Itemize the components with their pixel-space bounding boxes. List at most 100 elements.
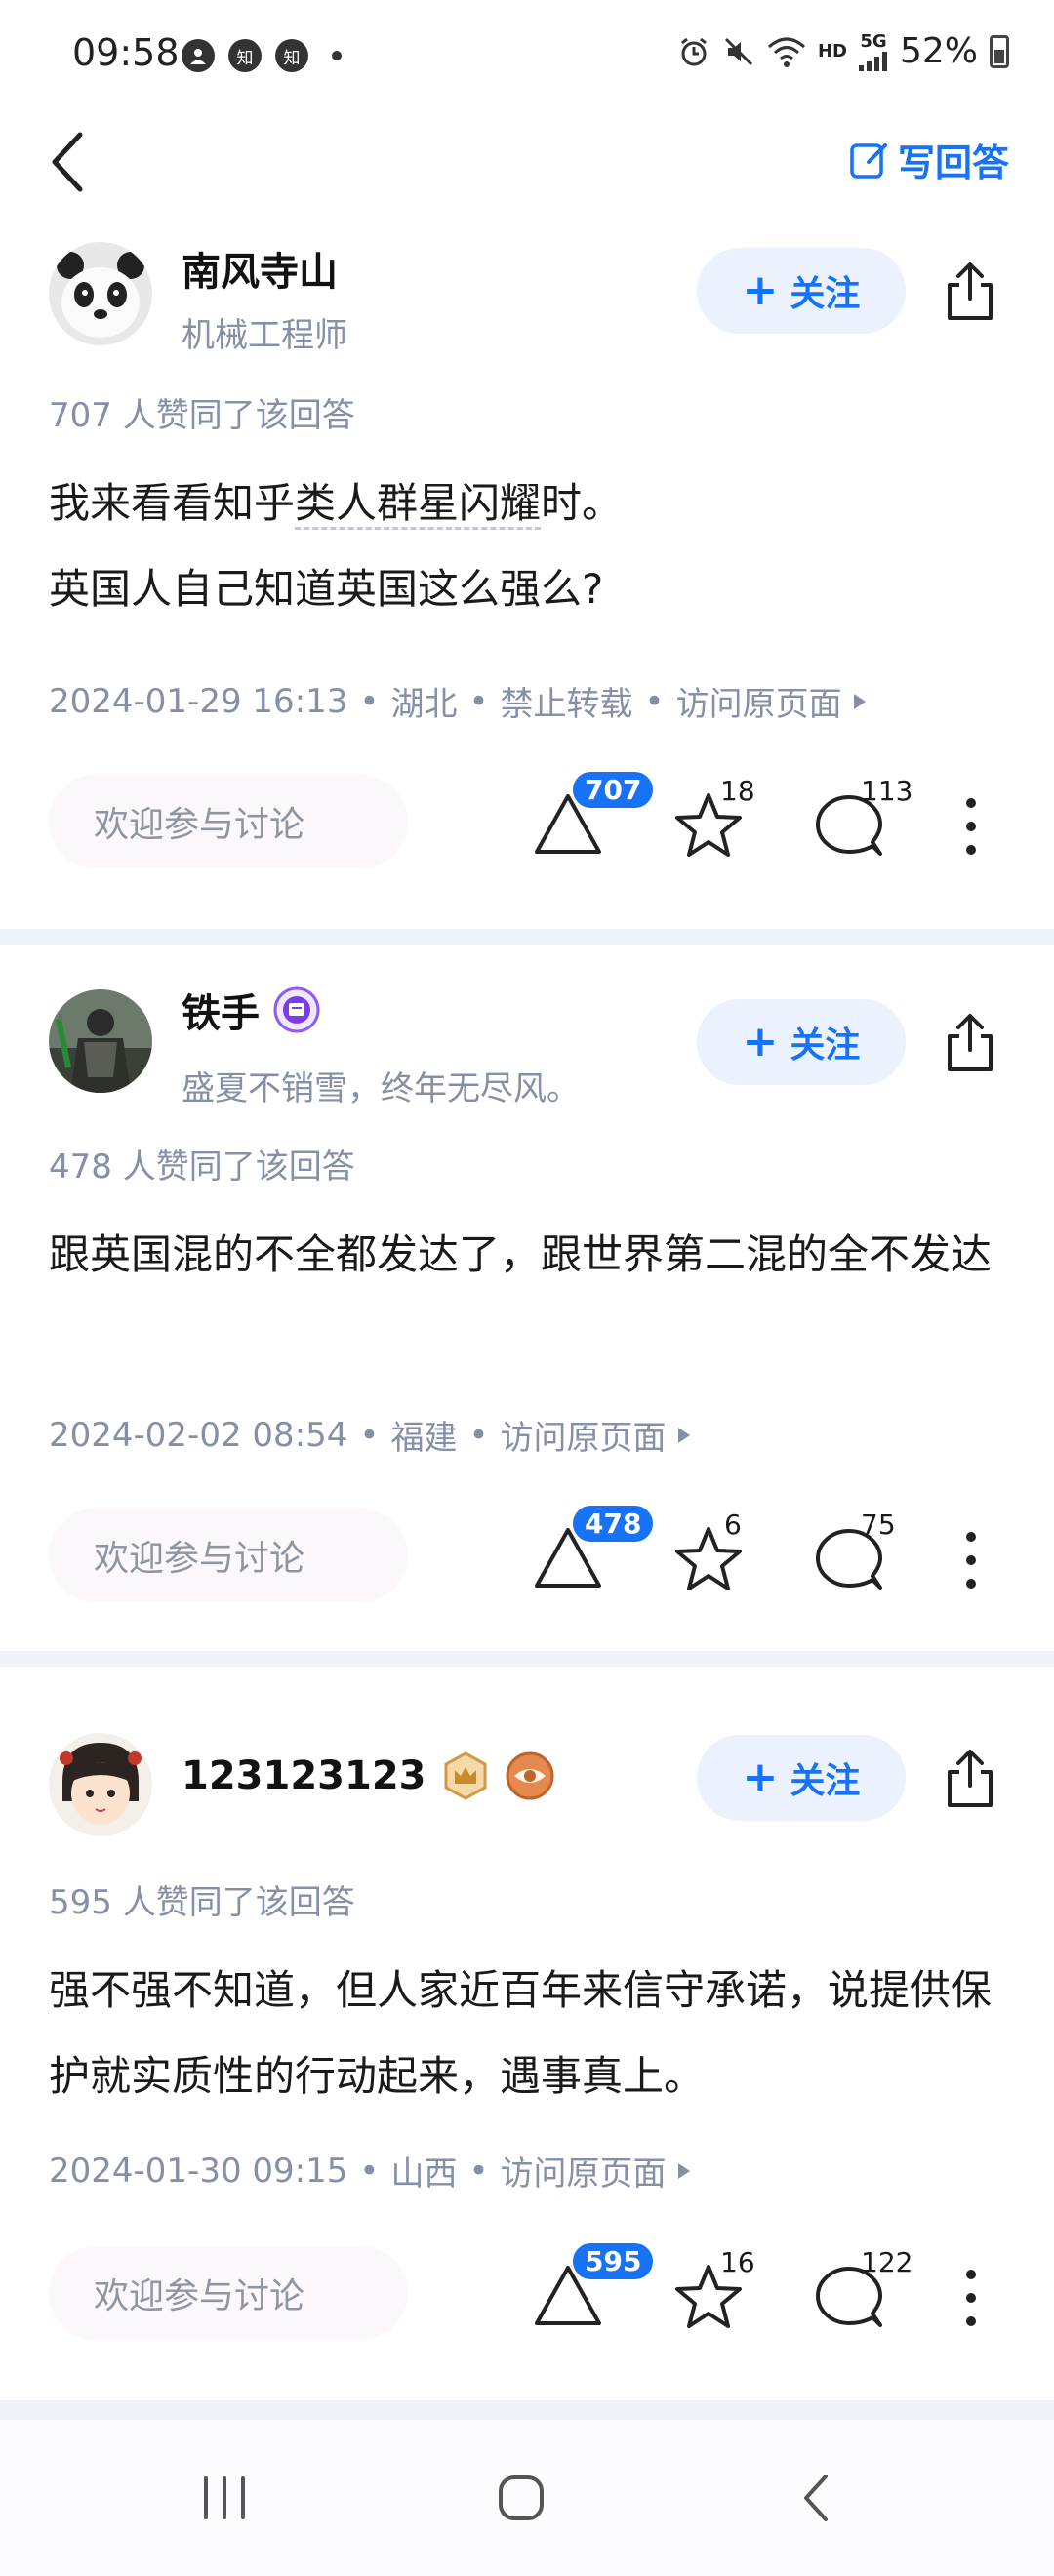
view-original-link[interactable]: 访问原页面 xyxy=(501,1411,667,1459)
chevron-left-icon xyxy=(52,132,83,192)
vote-summary: 595 人赞同了该回答 xyxy=(49,1883,355,1922)
profile-notification-icon xyxy=(182,39,215,72)
follow-label: 关注 xyxy=(790,274,861,314)
battery-percent: 52% xyxy=(899,31,978,71)
girl-avatar-icon xyxy=(49,1733,152,1836)
mute-icon xyxy=(724,37,753,65)
answer-content[interactable]: 我来看看知乎类人群星闪耀时。 英国人自己知道英国这么强么? xyxy=(49,461,1005,632)
edit-icon xyxy=(850,142,887,179)
comment-count: 113 xyxy=(861,775,913,807)
meta-separator: • xyxy=(359,2151,380,2191)
avatar[interactable] xyxy=(49,1733,152,1836)
author-name[interactable]: 南风寺山 xyxy=(182,240,338,297)
section-divider xyxy=(0,1651,1054,1667)
answer-content[interactable]: 强不强不知道，但人家近百年来信守承诺，说提供保护就实质性的行动起来，遇事真上。 xyxy=(49,1948,1005,2119)
upvote-count-badge: 707 xyxy=(570,769,657,811)
back-arrow-icon xyxy=(804,2475,828,2521)
meta-separator: • xyxy=(468,2151,489,2191)
keyword-link[interactable]: 类人群星闪耀 xyxy=(295,479,542,530)
answer-datetime: 2024-02-02 08:54 xyxy=(49,1415,348,1455)
signal-icon: 5G xyxy=(858,31,888,71)
battery-icon xyxy=(990,34,1009,68)
crown-badge-icon xyxy=(444,1751,486,1800)
follow-label: 关注 xyxy=(790,1026,861,1066)
discussion-input[interactable]: 欢迎参与讨论 xyxy=(49,775,408,868)
author-name-text: 铁手 xyxy=(182,991,260,1036)
favorite-count: 18 xyxy=(720,775,755,807)
favorite-count: 6 xyxy=(724,1509,742,1541)
follow-button[interactable]: + 关注 xyxy=(697,1735,906,1821)
comment-button[interactable]: 122 xyxy=(810,2246,912,2336)
favorite-button[interactable]: 6 xyxy=(669,1509,748,1598)
favorite-button[interactable]: 18 xyxy=(669,775,755,865)
follow-button[interactable]: + 关注 xyxy=(697,999,906,1085)
back-button[interactable] xyxy=(39,123,98,201)
favorite-count: 16 xyxy=(720,2246,755,2278)
share-button[interactable] xyxy=(939,1743,1001,1813)
author-bio: 机械工程师 xyxy=(182,316,347,355)
meta-separator: • xyxy=(359,1415,380,1455)
more-options-button[interactable] xyxy=(956,1526,986,1594)
author-name[interactable]: 123123123 xyxy=(182,1751,555,1801)
share-icon xyxy=(948,1750,993,1807)
wifi-icon xyxy=(767,37,805,67)
avatar[interactable] xyxy=(49,242,152,345)
status-time: 09:58 xyxy=(72,31,180,74)
answer-card: 铁手 盛夏不销雪，终年无尽风。 + 关注 478 人赞同了该回答 跟英国混的不全… xyxy=(0,945,1054,1651)
more-options-button[interactable] xyxy=(956,2264,986,2332)
system-back-button[interactable] xyxy=(777,2467,855,2529)
system-nav-bar xyxy=(0,2420,1054,2576)
upvote-button[interactable]: 707 xyxy=(529,769,657,863)
comment-button[interactable]: 113 xyxy=(810,775,912,865)
plus-icon: + xyxy=(742,1017,779,1067)
eye-badge-icon xyxy=(506,1751,553,1800)
content-text: 我来看看知乎 xyxy=(49,479,296,527)
follow-button[interactable]: + 关注 xyxy=(697,248,906,334)
upvote-button[interactable]: 478 xyxy=(529,1503,657,1596)
share-icon xyxy=(948,1014,993,1071)
upvote-button[interactable]: 595 xyxy=(529,2240,657,2334)
zhihu-notification-icon: 知 xyxy=(228,39,262,72)
write-answer-button[interactable]: 写回答 xyxy=(849,133,1009,186)
top-header: 写回答 xyxy=(0,109,1054,226)
view-original-link[interactable]: 访问原页面 xyxy=(501,2147,667,2194)
meta-separator: • xyxy=(468,1415,489,1455)
more-options-button[interactable] xyxy=(956,792,986,861)
answer-meta: 2024-02-02 08:54 • 福建 • 访问原页面 xyxy=(49,1411,690,1459)
share-icon xyxy=(948,262,993,320)
view-original-link[interactable]: 访问原页面 xyxy=(676,677,842,725)
panda-avatar-icon xyxy=(49,242,152,345)
more-notifications-dot-icon xyxy=(332,51,342,60)
notification-icons: 知 知 xyxy=(182,39,342,72)
favorite-button[interactable]: 16 xyxy=(669,2246,755,2336)
comment-button[interactable]: 75 xyxy=(810,1509,896,1598)
discussion-input[interactable]: 欢迎参与讨论 xyxy=(49,2246,408,2340)
hd-label: HD xyxy=(817,41,847,61)
share-button[interactable] xyxy=(939,1007,1001,1077)
member-badge-icon xyxy=(273,986,320,1033)
answer-meta: 2024-01-30 09:15 • 山西 • 访问原页面 xyxy=(49,2147,690,2194)
recent-apps-button[interactable] xyxy=(185,2467,264,2529)
content-paragraph: 跟英国混的不全都发达了，跟世界第二混的全不发达 xyxy=(49,1230,993,1278)
home-icon xyxy=(499,2475,544,2520)
home-button[interactable] xyxy=(482,2467,560,2529)
avatar[interactable] xyxy=(49,989,152,1093)
plus-icon: + xyxy=(742,1752,779,1802)
recent-apps-icon xyxy=(204,2476,245,2519)
share-button[interactable] xyxy=(939,256,1001,326)
content-text: 时。 xyxy=(541,479,624,527)
warrior-avatar-icon xyxy=(49,989,152,1093)
follow-label: 关注 xyxy=(790,1761,861,1801)
vote-summary: 707 人赞同了该回答 xyxy=(49,396,355,435)
triangle-right-icon xyxy=(677,2162,690,2179)
discussion-input[interactable]: 欢迎参与讨论 xyxy=(49,1509,408,1602)
answer-location: 福建 xyxy=(390,1419,458,1458)
author-name-text: 南风寺山 xyxy=(182,250,338,295)
answer-card: 南风寺山 机械工程师 + 关注 707 人赞同了该回答 我来看看知乎类人群星闪耀… xyxy=(0,226,1054,929)
answer-content[interactable]: 跟英国混的不全都发达了，跟世界第二混的全不发达 xyxy=(49,1212,1005,1298)
meta-separator: • xyxy=(644,681,665,721)
triangle-right-icon xyxy=(853,693,866,709)
author-name[interactable]: 铁手 xyxy=(182,982,320,1038)
comment-count: 122 xyxy=(861,2246,913,2278)
section-divider xyxy=(0,929,1054,945)
